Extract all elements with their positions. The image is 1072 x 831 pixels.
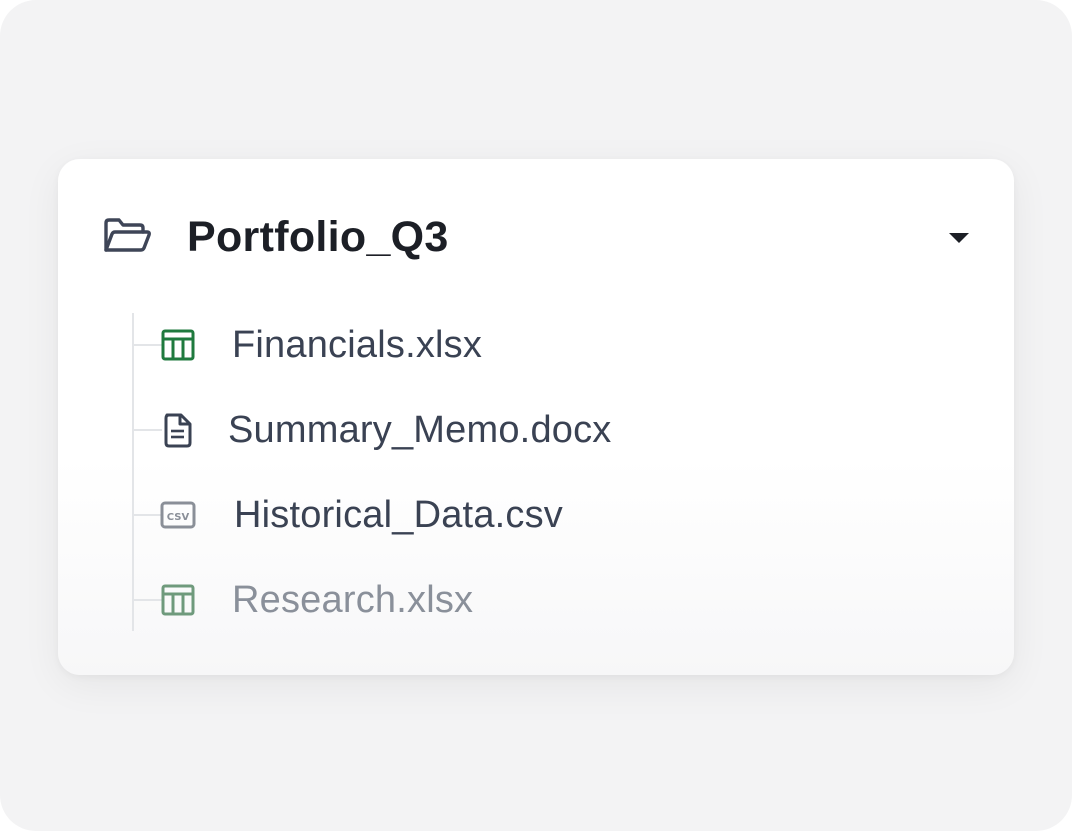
file-name: Historical_Data.csv bbox=[234, 493, 564, 536]
tree-connector bbox=[134, 599, 162, 601]
spreadsheet-icon bbox=[160, 582, 196, 618]
file-name: Research.xlsx bbox=[232, 578, 474, 621]
app-background: Portfolio_Q3 Financials.xlsx Summary_Mem… bbox=[0, 0, 1072, 831]
file-item-summary-memo[interactable]: Summary_Memo.docx bbox=[134, 402, 734, 458]
svg-text:CSV: CSV bbox=[167, 512, 190, 523]
folder-name: Portfolio_Q3 bbox=[187, 212, 449, 261]
tree-connector bbox=[134, 429, 162, 431]
file-tree-card: Portfolio_Q3 Financials.xlsx Summary_Mem… bbox=[58, 159, 1014, 675]
folder-open-icon bbox=[102, 217, 152, 257]
document-icon bbox=[160, 412, 196, 448]
file-item-historical-data[interactable]: CSV Historical_Data.csv bbox=[134, 487, 734, 543]
tree-connector bbox=[134, 514, 162, 516]
file-item-research[interactable]: Research.xlsx bbox=[134, 572, 734, 628]
file-item-financials[interactable]: Financials.xlsx bbox=[134, 317, 734, 373]
caret-down-icon[interactable] bbox=[946, 227, 972, 247]
csv-icon: CSV bbox=[160, 497, 196, 533]
tree-connector bbox=[134, 344, 162, 346]
file-name: Financials.xlsx bbox=[232, 323, 483, 366]
folder-row[interactable]: Portfolio_Q3 bbox=[102, 205, 972, 269]
spreadsheet-icon bbox=[160, 327, 196, 363]
file-name: Summary_Memo.docx bbox=[228, 408, 612, 451]
